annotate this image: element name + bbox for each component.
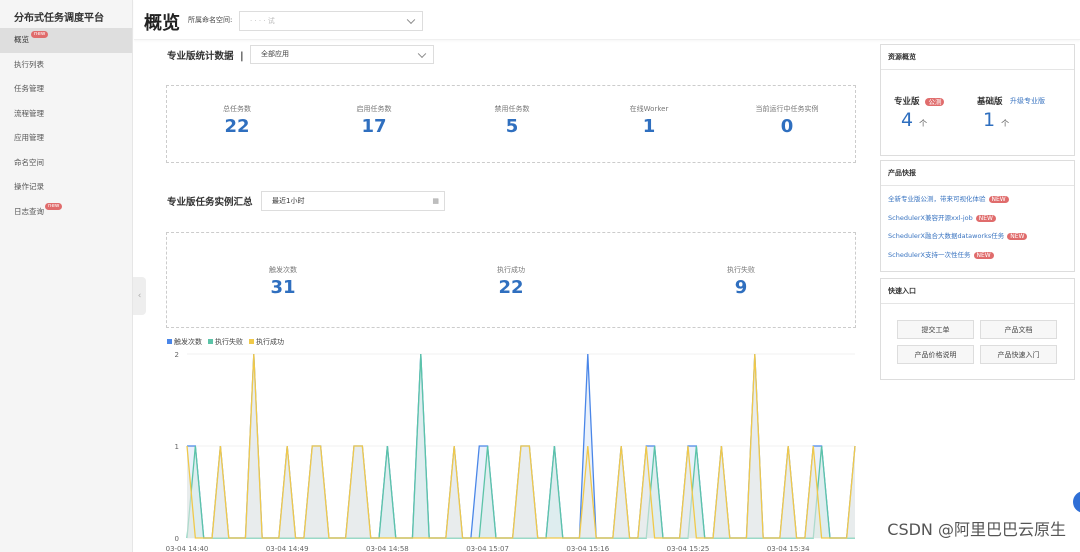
resources-panel: 资源概览 专业版 公测 4 个 基础版 升级专业版 1 个 [880,44,1075,156]
stat-enabled-tasks: 启用任务数 17 [356,105,392,137]
new-badge: new [45,202,63,210]
news-panel: 产品快报 全新专业版公测，带来可视化体验 NEW SchedulerX兼容开源xx… [880,160,1075,272]
sidebar-item-app-management[interactable]: 应用管理 [0,126,132,151]
sidebar-item-task-management[interactable]: 任务管理 [0,77,132,102]
news-link[interactable]: SchedulerX融合大数据dataworks任务 NEW [881,227,1074,246]
sidebar-item-label: 概览 [14,35,29,44]
pro-edition-label: 专业版 公测 [894,95,945,107]
sidebar: 分布式任务调度平台 概览 new 执行列表 任务管理 流程管理 应用管理 命名空间… [0,0,133,552]
calendar-icon: ▦ [432,197,439,205]
sidebar-item-label: 命名空间 [14,157,44,167]
namespace-label: 所属命名空间: [188,16,233,24]
stat-triggered: 触发次数 31 [269,266,297,298]
x-tick-label: 03-04 15:25 [667,545,710,552]
chevron-down-icon [406,15,416,25]
news-link[interactable]: 全新专业版公测，带来可视化体验 NEW [881,190,1074,209]
namespace-value: · · · · 试 [250,17,275,25]
stat-running-instances: 当前运行中任务实例 0 [755,105,819,137]
stats-box: 总任务数 22 启用任务数 17 禁用任务数 5 在线Worker 1 当前运行中任务实… [166,85,856,163]
watermark: CSDN @阿里巴巴云原生 [887,520,1066,539]
new-badge: new [31,31,49,38]
basic-edition-label: 基础版 [977,97,1003,107]
x-tick-label: 03-04 14:49 [266,545,309,552]
time-range-picker[interactable]: 最近1小时 ▦ [261,191,445,211]
platform-title: 分布式任务调度平台 [14,13,104,24]
stat-online-workers: 在线Worker 1 [629,105,669,137]
news-title: 产品快报 [881,161,1074,186]
x-tick-label: 03-04 14:40 [166,545,209,552]
resources-title: 资源概览 [881,45,1074,70]
news-link[interactable]: SchedulerX兼容开源xxl-job NEW [881,209,1074,228]
stat-failed: 执行失败 9 [727,266,755,298]
quick-start-button[interactable]: 产品快速入门 [980,345,1057,364]
basic-count: 1 个 [983,109,1010,131]
upgrade-link[interactable]: 升级专业版 [1010,96,1045,106]
app-select[interactable]: 全部应用 [250,45,434,64]
beta-badge: 公测 [925,98,945,106]
sidebar-item-label: 执行列表 [14,59,44,69]
x-tick-label: 03-04 15:07 [466,545,509,552]
stat-disabled-tasks: 禁用任务数 5 [494,105,530,137]
instances-box: 触发次数 31 执行成功 22 执行失败 9 [166,232,856,328]
quick-entry-title: 快速入口 [881,279,1074,304]
chevron-left-icon: ‹ [137,291,142,301]
sidebar-item-log-query[interactable]: 日志查询 new [0,200,132,225]
stats-title: 专业版统计数据 | [167,51,244,62]
header: 概览 所属命名空间: · · · · 试 [134,0,1080,40]
sidebar-item-label: 日志查询 [14,206,44,216]
y-tick-label: 2 [175,351,179,359]
sidebar-item-label: 流程管理 [14,108,44,118]
sidebar-item-overview[interactable]: 概览 new [0,28,132,53]
page-title: 概览 [144,13,180,34]
y-tick-label: 1 [175,443,179,451]
collapse-sidebar-handle[interactable]: ‹ [133,277,146,315]
product-docs-button[interactable]: 产品文档 [980,320,1057,339]
x-tick-label: 03-04 15:34 [767,545,810,552]
instances-title: 专业版任务实例汇总 [167,197,253,208]
y-tick-label: 0 [175,535,179,543]
instances-chart: 0 1 2 03-04 14:40 03-04 14:49 03-04 14:58 03-0… [166,351,856,552]
chevron-down-icon [417,49,427,58]
submit-ticket-button[interactable]: 提交工单 [897,320,974,339]
sidebar-item-namespace[interactable]: 命名空间 [0,151,132,176]
stat-total-tasks: 总任务数 22 [223,105,251,137]
namespace-select[interactable]: · · · · 试 [239,11,423,31]
sidebar-item-execution-list[interactable]: 执行列表 [0,53,132,78]
news-link[interactable]: SchedulerX支持一次性任务 NEW [881,246,1074,265]
pricing-button[interactable]: 产品价格说明 [897,345,974,364]
sidebar-item-label: 操作记录 [14,182,44,191]
sidebar-item-workflow-management[interactable]: 流程管理 [0,102,132,127]
sidebar-item-operation-log[interactable]: 操作记录 [0,175,132,200]
sidebar-item-label: 应用管理 [14,133,44,142]
stat-success: 执行成功 22 [497,266,525,298]
pro-count: 4 个 [901,109,928,131]
sidebar-item-label: 任务管理 [14,84,44,93]
time-range-value: 最近1小时 [272,197,305,205]
help-fab-button[interactable] [1073,491,1080,513]
app-select-value: 全部应用 [261,50,289,58]
x-tick-label: 03-04 15:16 [566,545,609,552]
quick-entry-panel: 快速入口 提交工单 产品文档 产品价格说明 产品快速入门 [880,278,1075,380]
x-tick-label: 03-04 14:58 [366,545,409,552]
